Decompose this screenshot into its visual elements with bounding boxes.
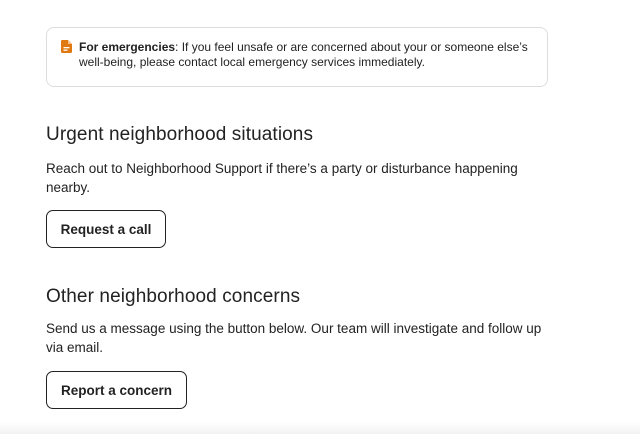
report-concern-button[interactable]: Report a concern: [46, 371, 187, 409]
urgent-section-body: Reach out to Neighborhood Support if the…: [46, 161, 518, 195]
other-section-body: Send us a message using the button below…: [46, 321, 542, 355]
urgent-section-title: Urgent neighborhood situations: [46, 124, 314, 145]
document-icon: [61, 40, 72, 53]
emergency-notice: For emergencies: If you feel unsafe or a…: [46, 27, 548, 87]
notice-text: For emergencies: If you feel unsafe or a…: [79, 40, 528, 69]
other-section-title: Other neighborhood concerns: [46, 286, 301, 307]
page: For emergencies: If you feel unsafe or a…: [0, 0, 640, 434]
bottom-edge-shadow: [0, 422, 640, 434]
request-call-button[interactable]: Request a call: [46, 210, 166, 248]
notice-label: For emergencies: [79, 40, 176, 54]
